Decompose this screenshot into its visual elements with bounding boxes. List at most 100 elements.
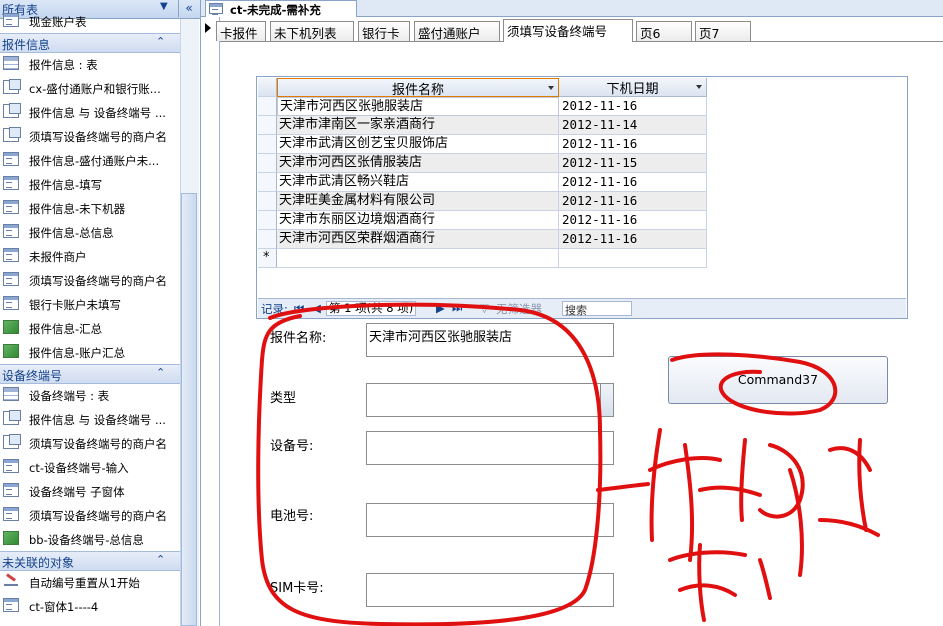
nav-scrollbar-thumb[interactable] — [181, 193, 197, 626]
search-box[interactable]: 搜索 — [562, 301, 632, 317]
chevron-up-icon[interactable]: ⌃ — [156, 35, 165, 48]
cell-offline-date[interactable]: 2012-11-16 — [559, 135, 707, 154]
nav-item[interactable]: 报件信息-汇总 — [0, 317, 180, 339]
cell-shop-name[interactable]: 天津市津南区一家亲酒商行 — [277, 116, 559, 135]
row-selector[interactable] — [258, 97, 277, 116]
sim-number-field[interactable] — [366, 573, 614, 607]
tab-page-5-active[interactable]: 须填写设备终端号 — [503, 19, 633, 42]
tab-control: 卡报件 未下机列表 银行卡 盛付通账户 须填写设备终端号 页6 页7 — [216, 19, 943, 42]
cell-shop-name[interactable]: 天津市武清区创艺宝贝服饰店 — [277, 135, 559, 154]
nav-group-header[interactable]: 设备终端号 ⌃ — [0, 364, 180, 384]
cell-offline-date[interactable]: 2012-11-16 — [559, 97, 707, 116]
cell-shop-name[interactable]: 天津市河西区荣群烟酒商行 — [277, 230, 559, 249]
cell-shop-name[interactable]: 天津市河西区张倩服装店 — [277, 154, 559, 173]
nav-item[interactable]: 报件信息-盛付通账户未... — [0, 149, 180, 171]
select-all-corner[interactable] — [258, 78, 277, 97]
column-header-name[interactable]: 报件名称 — [277, 78, 559, 98]
column-header-date[interactable]: 下机日期 — [559, 78, 707, 97]
new-record-cell[interactable] — [559, 249, 707, 268]
label-device-number: 设备号: — [270, 439, 314, 454]
last-record-button[interactable]: ⏭ — [452, 301, 462, 316]
nav-item[interactable]: ct-设备终端号-输入 — [0, 456, 180, 478]
record-position-box[interactable]: 第 1 项(共 8 项) — [326, 301, 417, 316]
nav-item[interactable]: 设备终端号 子窗体 — [0, 480, 180, 502]
new-record-cell[interactable] — [277, 249, 559, 268]
cell-offline-date[interactable]: 2012-11-16 — [559, 230, 707, 249]
column-filter-icon[interactable] — [696, 85, 702, 89]
nav-item[interactable]: 银行卡账户未填写 — [0, 293, 180, 315]
row-selector[interactable] — [258, 154, 277, 173]
type-combo-box[interactable] — [366, 383, 614, 417]
shop-name-field[interactable]: 天津市河西区张驰服装店 — [366, 323, 614, 357]
tab-page-2[interactable]: 未下机列表 — [270, 21, 354, 41]
filter-funnel-icon[interactable]: ▽ — [480, 301, 489, 315]
nav-item[interactable]: 须填写设备终端号的商户名 — [0, 432, 180, 454]
row-selector[interactable] — [258, 116, 277, 135]
next-record-button[interactable]: ▶ — [436, 301, 445, 315]
nav-item[interactable]: 须填写设备终端号的商户名 — [0, 504, 180, 526]
nav-item-label: 报件信息-填写 — [29, 178, 103, 192]
cell-offline-date[interactable]: 2012-11-15 — [559, 154, 707, 173]
tab-page-4[interactable]: 盛付通账户 — [414, 21, 500, 41]
first-record-button[interactable]: ⏮ — [294, 301, 304, 316]
form-icon — [3, 248, 19, 262]
nav-item-label: 报件信息-账户汇总 — [29, 346, 126, 360]
nav-item[interactable]: cx-盛付通账户和银行账... — [0, 77, 180, 99]
new-record-row-selector[interactable]: * — [258, 249, 277, 268]
nav-item[interactable]: 报件信息 与 设备终端号 ... — [0, 101, 180, 123]
nav-item[interactable]: 须填写设备终端号的商户名 — [0, 269, 180, 291]
nav-item[interactable]: 报件信息-账户汇总 — [0, 341, 180, 363]
nav-item[interactable]: 报件信息-总信息 — [0, 221, 180, 243]
row-selector[interactable] — [258, 211, 277, 230]
nav-item[interactable]: 设备终端号 : 表 — [0, 384, 180, 406]
nav-item[interactable]: 报件信息-填写 — [0, 173, 180, 195]
nav-item[interactable]: 自动编号重置从1开始 — [0, 571, 180, 593]
tab-page-1[interactable]: 卡报件 — [216, 21, 266, 41]
form-icon — [3, 224, 19, 238]
nav-item[interactable]: 未报件商户 — [0, 245, 180, 267]
previous-record-button[interactable]: ◀ — [312, 301, 321, 315]
nav-item[interactable]: 报件信息-未下机器 — [0, 197, 180, 219]
row-selector[interactable] — [258, 192, 277, 211]
no-filter-button[interactable]: 无筛选器 — [496, 301, 542, 317]
record-nav-label: 记录: — [261, 302, 288, 316]
row-selector[interactable] — [258, 135, 277, 154]
cell-shop-name[interactable]: 天津市河西区张驰服装店 — [277, 97, 559, 116]
document-tab[interactable]: ct-未完成-需补充 — [205, 0, 357, 17]
nav-item[interactable]: 现金账户表 — [0, 10, 180, 32]
battery-number-field[interactable] — [366, 503, 614, 537]
cell-offline-date[interactable]: 2012-11-16 — [559, 192, 707, 211]
command37-button[interactable]: Command37 — [668, 356, 888, 404]
form-icon — [3, 296, 19, 310]
query-icon — [3, 410, 21, 425]
form-icon — [3, 176, 19, 190]
nav-group-header[interactable]: 报件信息 ⌃ — [0, 33, 180, 53]
cell-offline-date[interactable]: 2012-11-16 — [559, 173, 707, 192]
combo-dropdown-button[interactable] — [600, 384, 613, 416]
nav-item[interactable]: 须填写设备终端号的商户名 — [0, 125, 180, 147]
nav-item-label: 须填写设备终端号的商户名 — [29, 437, 167, 451]
cell-shop-name[interactable]: 天津市武清区畅兴鞋店 — [277, 173, 559, 192]
cell-offline-date[interactable]: 2012-11-16 — [559, 211, 707, 230]
cell-offline-date[interactable]: 2012-11-14 — [559, 116, 707, 135]
device-number-field[interactable] — [366, 431, 614, 465]
cell-shop-name[interactable]: 天津旺美金属材料有限公司 — [277, 192, 559, 211]
column-filter-icon[interactable] — [548, 86, 554, 90]
nav-item[interactable]: bb-设备终端号-总信息 — [0, 528, 180, 550]
nav-group-header[interactable]: 未关联的对象 ⌃ — [0, 551, 180, 571]
nav-collapse-icon[interactable]: « — [178, 0, 199, 17]
row-selector[interactable] — [258, 230, 277, 249]
nav-item[interactable]: 报件信息 : 表 — [0, 53, 180, 75]
tab-page-6[interactable]: 页6 — [636, 21, 692, 41]
tab-page-7[interactable]: 页7 — [695, 21, 751, 41]
cell-shop-name[interactable]: 天津市东丽区边境烟酒商行 — [277, 211, 559, 230]
nav-item[interactable]: 报件信息 与 设备终端号 ... — [0, 408, 180, 430]
nav-item[interactable]: ct-窗体1----4 — [0, 595, 180, 617]
chevron-up-icon[interactable]: ⌃ — [156, 553, 165, 566]
tab-page-3[interactable]: 银行卡 — [358, 21, 410, 41]
row-selector[interactable] — [258, 173, 277, 192]
nav-item-label: 报件信息 与 设备终端号 ... — [29, 413, 166, 427]
chevron-up-icon[interactable]: ⌃ — [156, 366, 165, 379]
record-selector-bar[interactable] — [201, 17, 220, 626]
label-battery-number: 电池号: — [270, 509, 314, 524]
